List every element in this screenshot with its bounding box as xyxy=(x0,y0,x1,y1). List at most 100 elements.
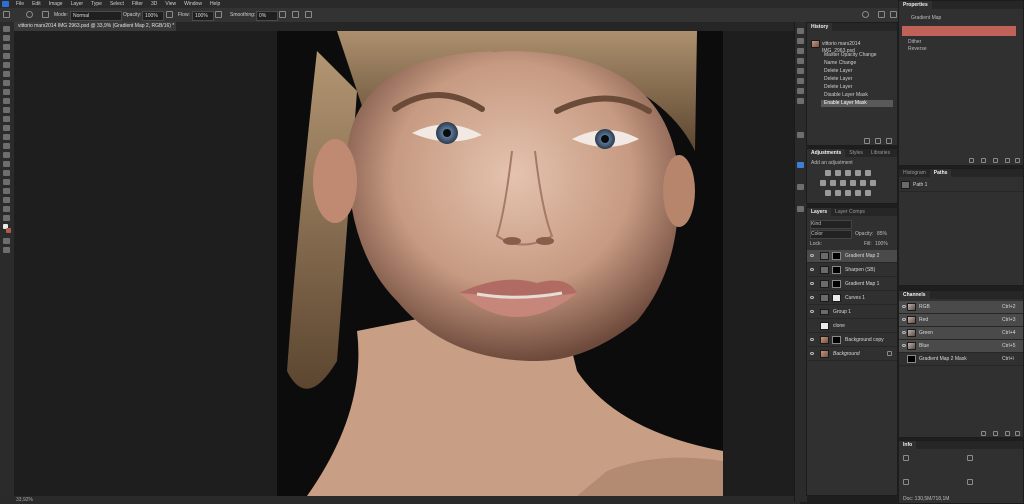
layer-name[interactable]: Group 1 xyxy=(833,309,851,315)
search-icon[interactable] xyxy=(862,11,869,18)
flow-field[interactable]: 100% xyxy=(192,11,214,21)
gradient-swatch[interactable] xyxy=(902,26,1016,36)
color-balance-icon[interactable] xyxy=(830,180,836,186)
history-item[interactable]: Delete Layer xyxy=(821,84,893,91)
menu-window[interactable]: Window xyxy=(184,1,202,7)
pen-tool-icon[interactable] xyxy=(3,161,10,167)
menu-image[interactable]: Image xyxy=(49,1,63,7)
layer-mask-thumb[interactable] xyxy=(832,280,841,288)
airbrush-icon[interactable] xyxy=(215,11,222,18)
hue-saturation-icon[interactable] xyxy=(820,180,826,186)
clone-stamp-tool-icon[interactable] xyxy=(3,107,10,113)
save-selection-icon[interactable] xyxy=(993,431,998,436)
curves-icon[interactable] xyxy=(845,170,851,176)
layer-name[interactable]: clone xyxy=(833,323,845,329)
channel-name[interactable]: Blue xyxy=(919,343,929,349)
brightness-icon[interactable] xyxy=(825,170,831,176)
layer-row[interactable]: Sharpen (SB) xyxy=(807,264,897,277)
menu-3d[interactable]: 3D xyxy=(151,1,157,7)
menu-type[interactable]: Type xyxy=(91,1,102,7)
lock-icon[interactable] xyxy=(887,351,892,356)
history-item[interactable]: Master Opacity Change xyxy=(821,52,893,59)
levels-icon[interactable] xyxy=(835,170,841,176)
eyedropper-tool-icon[interactable] xyxy=(3,80,10,86)
channel-row[interactable]: Gradient Map 2 Mask Ctrl+\ xyxy=(899,353,1023,366)
tab-paths[interactable]: Paths xyxy=(929,169,952,177)
channel-row[interactable]: Green Ctrl+4 xyxy=(899,327,1023,340)
path-row[interactable]: Path 1 xyxy=(899,179,1023,192)
layer-mask-thumb[interactable] xyxy=(832,266,841,274)
layer-mask-thumb[interactable] xyxy=(832,252,841,260)
canvas-image[interactable] xyxy=(277,31,723,496)
glyphs-panel-icon[interactable] xyxy=(797,88,804,94)
info-panel-icon[interactable] xyxy=(797,184,804,190)
trash-icon[interactable] xyxy=(1015,431,1020,436)
color-lookup-icon[interactable] xyxy=(870,180,876,186)
layers-panel-icon[interactable] xyxy=(797,206,804,212)
filter-kind-select[interactable]: Kind xyxy=(810,220,852,229)
layer-row[interactable]: Gradient Map 1 xyxy=(807,278,897,291)
dodge-tool-icon[interactable] xyxy=(3,152,10,158)
channel-name[interactable]: RGB xyxy=(919,304,930,310)
trash-icon[interactable] xyxy=(1015,158,1020,163)
workspace-icon[interactable] xyxy=(878,11,885,18)
shape-tool-icon[interactable] xyxy=(3,188,10,194)
new-snapshot-icon[interactable] xyxy=(875,138,881,144)
posterize-icon[interactable] xyxy=(835,190,841,196)
move-tool-icon[interactable] xyxy=(3,26,10,32)
history-snapshot[interactable]: vittorio mars2014 IMG_2963.psd xyxy=(819,41,893,54)
swatches-panel-icon[interactable] xyxy=(797,98,804,104)
channel-row[interactable]: RGB Ctrl+2 xyxy=(899,301,1023,314)
quick-select-tool-icon[interactable] xyxy=(3,53,10,59)
channel-name[interactable]: Gradient Map 2 Mask xyxy=(919,356,967,362)
channel-name[interactable]: Green xyxy=(919,330,933,336)
history-item[interactable]: Disable Layer Mask xyxy=(821,92,893,99)
vibrance-icon[interactable] xyxy=(865,170,871,176)
view-previous-icon[interactable] xyxy=(981,158,986,163)
clip-to-layer-icon[interactable] xyxy=(969,158,974,163)
blur-tool-icon[interactable] xyxy=(3,143,10,149)
marquee-tool-icon[interactable] xyxy=(3,35,10,41)
hand-tool-icon[interactable] xyxy=(3,197,10,203)
info-tab[interactable]: Info xyxy=(899,441,917,449)
visibility-eye-icon[interactable] xyxy=(810,310,814,313)
layer-opacity-value[interactable]: 85% xyxy=(877,231,887,237)
layer-mask-thumb[interactable] xyxy=(832,336,841,344)
light-panel-icon[interactable] xyxy=(797,132,804,138)
history-brush-tool-icon[interactable] xyxy=(3,116,10,122)
visibility-icon[interactable] xyxy=(1005,158,1010,163)
brush-tool-icon[interactable] xyxy=(3,11,10,18)
background-color-swatch[interactable] xyxy=(6,228,11,233)
layer-mask-thumb[interactable] xyxy=(832,294,841,302)
selective-color-icon[interactable] xyxy=(865,190,871,196)
layer-row[interactable]: Gradient Map 2 xyxy=(807,250,897,263)
document-tab[interactable]: vittorio mars2014 IMG 2963.psd @ 33,9% (… xyxy=(14,22,176,31)
layer-name[interactable]: Gradient Map 2 xyxy=(845,253,879,259)
adjustments-panel-icon[interactable] xyxy=(797,162,804,168)
opacity-field[interactable]: 100% xyxy=(142,11,164,21)
tab-layer-comps[interactable]: Layer Comps xyxy=(831,208,869,216)
menu-layer[interactable]: Layer xyxy=(71,1,84,7)
visibility-eye-icon[interactable] xyxy=(810,352,814,355)
character-panel-icon[interactable] xyxy=(797,68,804,74)
quick-mask-icon[interactable] xyxy=(3,238,10,244)
visibility-eye-icon[interactable] xyxy=(902,318,906,321)
photo-filter-icon[interactable] xyxy=(850,180,856,186)
menu-file[interactable]: File xyxy=(16,1,24,7)
layer-name[interactable]: Gradient Map 1 xyxy=(845,281,879,287)
tab-layers[interactable]: Layers xyxy=(807,208,832,216)
gradient-tool-icon[interactable] xyxy=(3,134,10,140)
history-item[interactable]: Delete Layer xyxy=(821,76,893,83)
eraser-tool-icon[interactable] xyxy=(3,125,10,131)
clone-source-panel-icon[interactable] xyxy=(797,58,804,64)
share-icon[interactable] xyxy=(890,11,897,18)
menu-help[interactable]: Help xyxy=(210,1,220,7)
zoom-level[interactable]: 33,92% xyxy=(16,497,33,503)
channel-row[interactable]: Red Ctrl+3 xyxy=(899,314,1023,327)
frame-tool-icon[interactable] xyxy=(3,71,10,77)
menu-edit[interactable]: Edit xyxy=(32,1,41,7)
visibility-eye-icon[interactable] xyxy=(810,268,814,271)
history-item[interactable]: Name Change xyxy=(821,60,893,67)
actions-panel-icon[interactable] xyxy=(797,38,804,44)
healing-tool-icon[interactable] xyxy=(3,89,10,95)
